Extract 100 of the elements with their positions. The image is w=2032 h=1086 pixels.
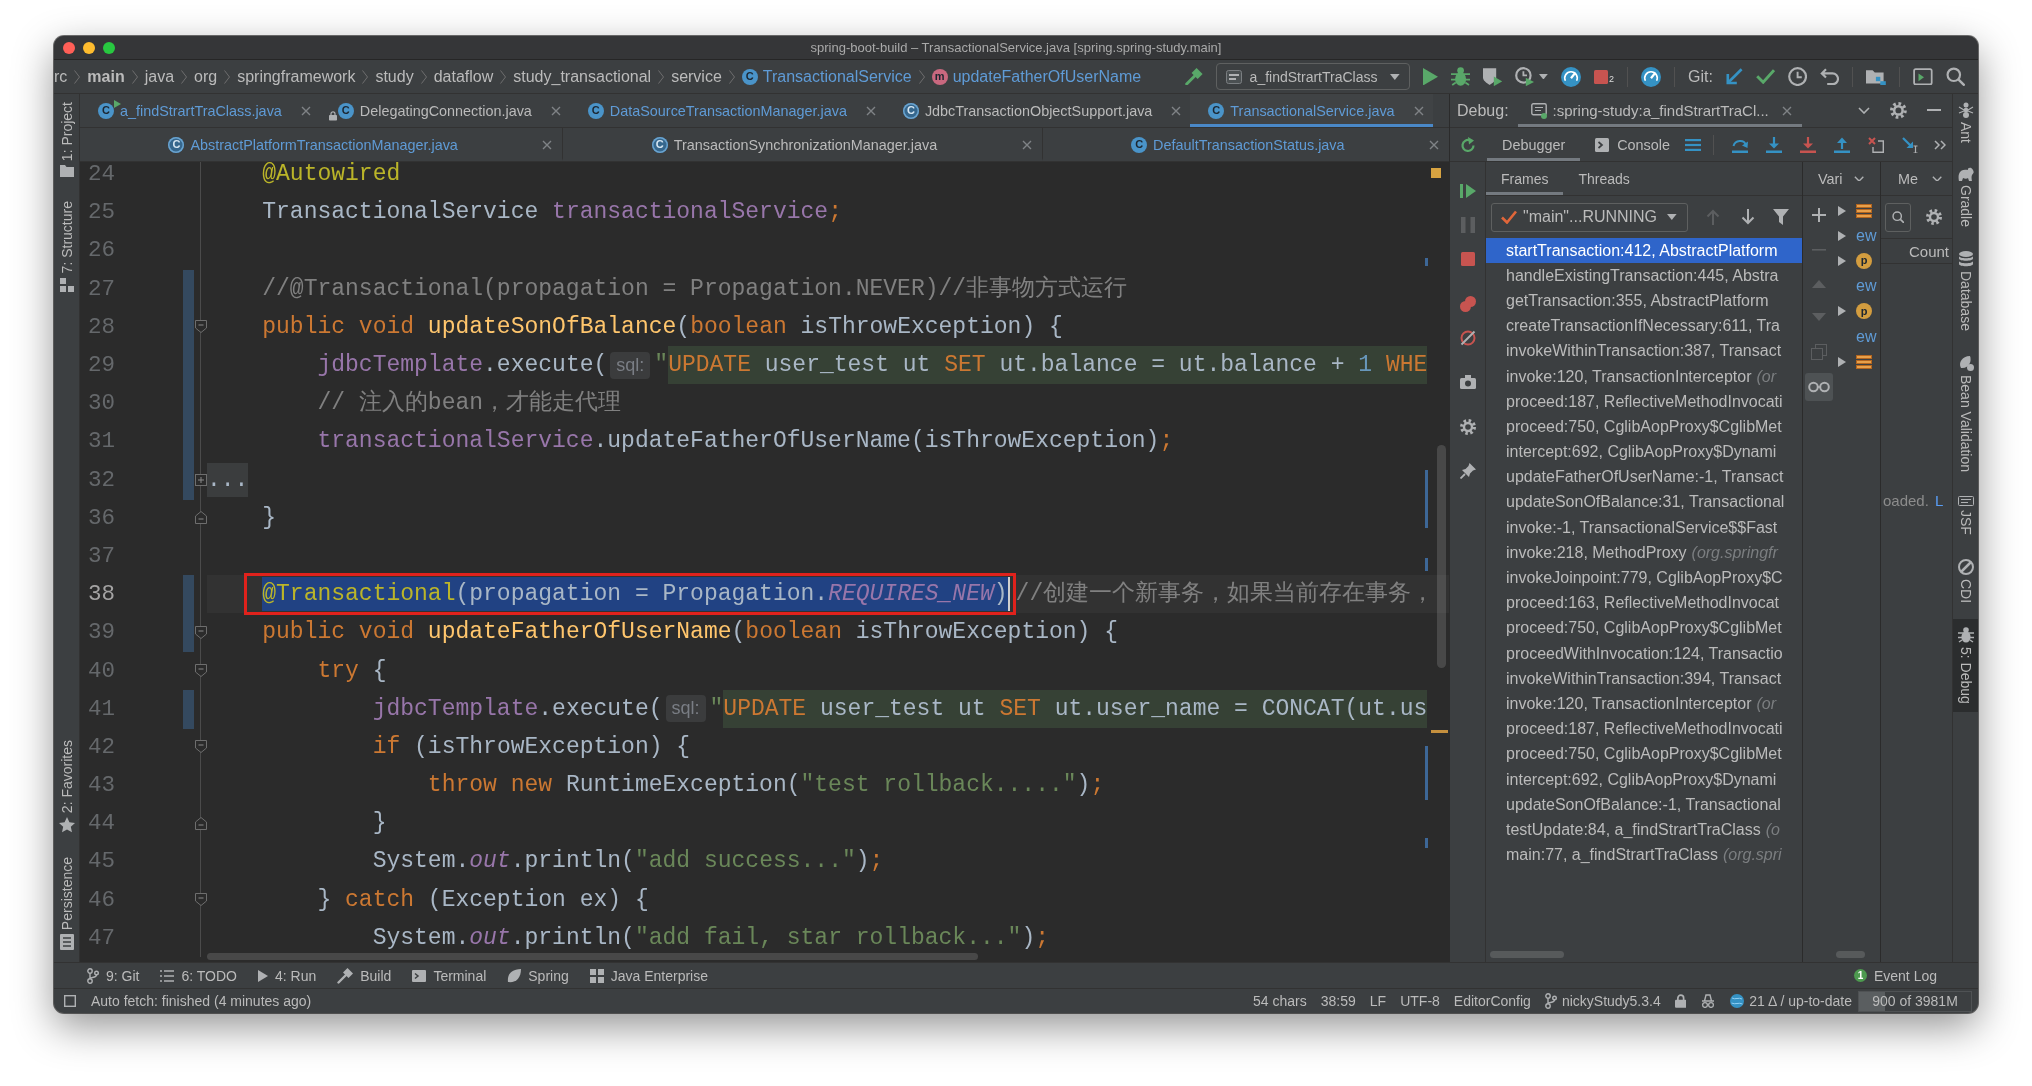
minimize-icon[interactable] <box>1927 109 1941 112</box>
editor-tab[interactable]: C DelegatingConnection.java <box>319 94 570 127</box>
horizontal-scrollbar[interactable] <box>1836 951 1865 958</box>
close-icon[interactable] <box>1021 139 1032 150</box>
status-text[interactable]: 54 chars <box>1253 993 1307 1009</box>
filter-icon[interactable] <box>1773 209 1789 225</box>
window-icon[interactable] <box>1913 67 1933 86</box>
undo-icon[interactable] <box>1820 68 1840 85</box>
chevron-down-icon[interactable] <box>1858 107 1871 114</box>
breadcrumb-item[interactable]: springframework <box>237 67 356 86</box>
expand-arrow-icon[interactable] <box>1838 230 1846 241</box>
branch-selector[interactable]: nickyStudy5.3.4 <box>1544 993 1661 1009</box>
fold-marker-icon[interactable] <box>194 625 207 639</box>
rerun-icon[interactable] <box>1460 136 1476 153</box>
run-configuration-selector[interactable]: a_findStrartTraClass <box>1215 63 1410 90</box>
tool-window-button[interactable]: JSF <box>1953 488 1978 543</box>
tool-window-button[interactable]: Build <box>327 963 403 988</box>
stack-frame[interactable]: startTransaction:412, AbstractPlatform <box>1486 238 1802 264</box>
tool-window-button[interactable]: Ant <box>1953 94 1978 151</box>
stack-frame[interactable]: proceedWithInvocation:124, Transactio <box>1486 641 1802 667</box>
run-icon[interactable] <box>1422 67 1438 86</box>
step-into-icon[interactable] <box>1766 136 1783 153</box>
status-text[interactable]: LF <box>1369 993 1387 1009</box>
event-log-button[interactable]: 1 Event Log <box>1843 963 1948 988</box>
coverage-icon[interactable] <box>1482 66 1502 87</box>
breadcrumb-item[interactable]: rc <box>54 67 68 86</box>
thread-selector[interactable]: "main"...RUNNING <box>1491 202 1688 232</box>
tool-window-button[interactable]: Database <box>1953 243 1978 339</box>
search-field[interactable] <box>1885 202 1911 232</box>
editor-tab[interactable]: C DataSourceTransactionManager.java <box>569 94 885 127</box>
editor-tab[interactable]: C DefaultTransactionStatus.java <box>1042 128 1449 161</box>
view-tab[interactable]: Console <box>1580 128 1686 161</box>
tool-window-button[interactable]: Spring <box>497 963 580 988</box>
expand-arrow-icon[interactable] <box>1838 255 1846 266</box>
stack-frame[interactable]: handleExistingTransaction:445, Abstra <box>1486 263 1802 289</box>
tool-window-button[interactable]: Persistence <box>54 848 79 958</box>
breadcrumb-item[interactable]: org <box>194 67 218 86</box>
expand-arrow-icon[interactable] <box>1838 306 1846 317</box>
step-out-icon[interactable] <box>1834 136 1851 153</box>
stack-frame[interactable]: invoke:120, TransactionInterceptor (or <box>1486 363 1802 390</box>
expand-arrow-icon[interactable] <box>1838 205 1846 216</box>
breakpoints-icon[interactable] <box>1459 296 1476 312</box>
editor-tab[interactable]: C JdbcTransactionObjectSupport.java <box>884 94 1191 127</box>
stack-frame[interactable]: invokeWithinTransaction:387, Transact <box>1486 338 1802 364</box>
close-icon[interactable] <box>865 105 876 116</box>
inspector-icon[interactable] <box>1700 994 1717 1008</box>
expand-arrow-icon[interactable] <box>1838 356 1846 367</box>
pin-icon[interactable] <box>1459 463 1476 479</box>
tool-window-button[interactable]: 1: Project <box>54 94 79 186</box>
close-icon[interactable] <box>550 105 561 116</box>
search-icon[interactable] <box>1945 66 1965 87</box>
close-icon[interactable] <box>542 139 553 150</box>
folder-icon[interactable] <box>1866 67 1886 86</box>
drop-frame-icon[interactable] <box>1868 136 1885 153</box>
breadcrumb-item[interactable]: service <box>671 67 722 86</box>
tool-window-button[interactable]: 4: Run <box>248 963 328 988</box>
expand-marker-icon[interactable] <box>194 473 207 486</box>
settings-icon[interactable] <box>1890 102 1907 119</box>
window-minimize-icon[interactable] <box>83 41 95 54</box>
mute-breakpoints-icon[interactable] <box>1459 330 1476 346</box>
view-tab[interactable]: Debugger <box>1487 128 1581 161</box>
gauge-icon[interactable] <box>1560 66 1581 87</box>
debug-icon[interactable] <box>1450 66 1470 87</box>
tool-window-button[interactable]: Gradle <box>1953 159 1978 236</box>
force-step-into-icon[interactable] <box>1800 136 1817 153</box>
horizontal-scrollbar[interactable] <box>1490 951 1564 958</box>
horizontal-scrollbar[interactable] <box>207 953 978 960</box>
breadcrumb-item[interactable]: C TransactionalService <box>741 67 912 86</box>
stack-frame[interactable]: createTransactionIfNecessary:611, Tra <box>1486 313 1802 339</box>
stop-button[interactable]: 2 <box>1593 69 1614 84</box>
panel-toggle-icon[interactable] <box>64 995 76 1007</box>
tool-window-button[interactable]: 2: Favorites <box>54 731 79 841</box>
window-close-icon[interactable] <box>63 41 75 54</box>
gauge-icon[interactable] <box>1640 66 1661 87</box>
stack-frame[interactable]: proceed:187, ReflectiveMethodInvocati <box>1486 389 1802 415</box>
settings-icon[interactable] <box>1926 209 1942 225</box>
checkmark-icon[interactable] <box>1755 69 1775 84</box>
profile-icon[interactable] <box>1514 66 1535 87</box>
stack-frame[interactable]: updateSonOfBalance:-1, Transactional <box>1486 792 1802 818</box>
fold-end-marker-icon[interactable] <box>194 511 207 525</box>
close-icon[interactable] <box>1781 105 1792 116</box>
tool-window-button[interactable]: 9: Git <box>77 963 151 988</box>
down-arrow-icon[interactable] <box>1741 209 1755 225</box>
folded-code[interactable]: ... <box>207 462 249 497</box>
stack-frame[interactable]: invoke:120, TransactionInterceptor (or <box>1486 691 1802 717</box>
close-icon[interactable] <box>1171 105 1182 116</box>
stack-frame[interactable]: invokeJoinpoint:779, CglibAopProxy$C <box>1486 565 1802 591</box>
window-zoom-icon[interactable] <box>103 41 115 54</box>
vcs-status[interactable]: 21 Δ / up-to-date <box>1730 993 1852 1009</box>
clock-icon[interactable] <box>1787 66 1808 87</box>
tool-window-button[interactable]: Terminal <box>402 963 498 988</box>
tool-window-button[interactable]: CDI <box>1953 550 1978 612</box>
down-left-arrow-icon[interactable] <box>1725 68 1743 85</box>
stack-frame[interactable]: proceed:750, CglibAopProxy$CglibMet <box>1486 741 1802 767</box>
status-text[interactable]: UTF-8 <box>1400 993 1440 1009</box>
breadcrumb-item[interactable]: study <box>375 67 414 86</box>
breadcrumb-item[interactable]: main <box>87 67 125 86</box>
stop-icon[interactable] <box>1460 252 1475 266</box>
session-tab[interactable]: :spring-study:a_findStrartTraCl... <box>1517 94 1802 127</box>
breadcrumb-item[interactable]: dataflow <box>433 67 494 86</box>
